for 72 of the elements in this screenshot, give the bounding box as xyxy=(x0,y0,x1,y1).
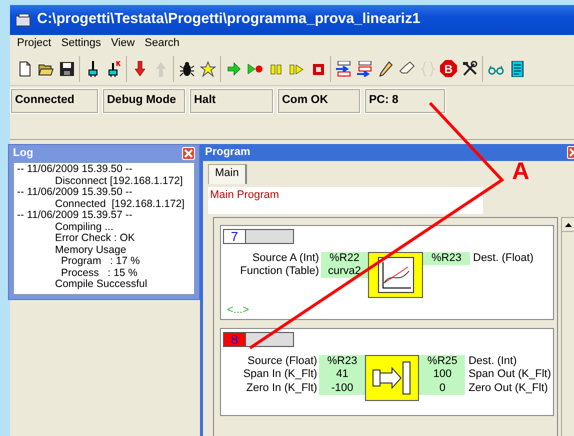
folder-icon xyxy=(16,14,31,26)
bug-icon[interactable] xyxy=(178,60,194,76)
log-line: Connected [192.168.1.172] xyxy=(54,198,186,210)
curve-chart-icon xyxy=(378,257,414,293)
log-line: -- 11/06/2009 15.39.50 -- xyxy=(17,164,134,176)
output-label: Span Out (K_Flt) xyxy=(468,368,552,382)
annotation-label: A xyxy=(512,160,530,184)
tools-icon[interactable] xyxy=(462,60,478,76)
output-value: %R23 xyxy=(430,252,462,266)
log-line: Program : 17 % xyxy=(61,256,141,268)
output-value: %R25 xyxy=(426,355,458,368)
block-label-field xyxy=(246,229,294,244)
log-line: Memory Usage xyxy=(54,244,128,256)
insert-below-icon[interactable] xyxy=(356,60,372,76)
input-value: -100 xyxy=(330,382,354,395)
log-line: -- 11/06/2009 15.39.57 -- xyxy=(17,210,132,222)
scrollbar[interactable] xyxy=(561,217,574,436)
input-label: Source A (Int) xyxy=(251,252,319,266)
output-value: 0 xyxy=(438,382,446,395)
log-line: Error Check : OK xyxy=(54,233,136,244)
menu-item[interactable]: View xyxy=(106,36,140,50)
input-value: 41 xyxy=(335,368,350,382)
output-label: Dest. (Float) xyxy=(473,252,534,266)
menu-item[interactable]: Project xyxy=(12,36,56,50)
block-footer: <...> xyxy=(223,298,551,320)
input-label: Span In (K_Flt) xyxy=(242,368,318,382)
block-number: 8 xyxy=(223,332,246,348)
play-arrow-icon[interactable] xyxy=(226,60,242,76)
status-pane: Debug Mode xyxy=(102,88,186,114)
output-label: Zero Out (K_Flt) xyxy=(468,382,549,395)
program-block[interactable]: 7 Source A (Int) Function (Table) %R22 curva2 %R23 Dest. (Float) <...> xyxy=(220,225,554,320)
status-pane: PC: 8 xyxy=(364,88,446,114)
eraser-icon[interactable] xyxy=(398,60,414,76)
breakpoint-button[interactable]: B xyxy=(440,58,457,78)
insert-above-icon[interactable] xyxy=(336,60,352,76)
tab[interactable]: Main xyxy=(208,164,247,184)
input-value: %R22 xyxy=(328,252,360,266)
status-pane: Connected xyxy=(10,88,99,114)
input-label: Function (Table) xyxy=(239,265,319,278)
plug-icon[interactable] xyxy=(106,60,122,76)
save-icon[interactable] xyxy=(58,60,74,76)
star-icon[interactable] xyxy=(200,60,216,76)
log-line: Disconnect [192.168.1.172] xyxy=(54,176,184,187)
close-icon xyxy=(184,149,193,158)
block-number: 7 xyxy=(223,229,246,244)
input-value: curva2 xyxy=(326,265,362,278)
output-label: Dest. (Int) xyxy=(468,355,518,368)
input-label: Source (Float) xyxy=(246,355,318,368)
arrow-down-icon[interactable] xyxy=(132,60,148,76)
input-label: Zero In (K_Flt) xyxy=(245,382,318,395)
menu-item[interactable]: Settings xyxy=(56,36,106,50)
window-title: C:\progetti\Testata\Progetti\programma_prova_lineariz1 xyxy=(37,11,420,29)
program-title: Program xyxy=(205,146,250,160)
scroll-up-icon[interactable] xyxy=(565,222,572,226)
log-line: Compile Successful xyxy=(54,279,148,290)
arrow-to-bar-icon xyxy=(372,360,412,396)
program-block[interactable]: 8 Source (Float) Span In (K_Flt) Zero In (K_Flt) %R23 41 -100 %R25 100 0 Dest. (Int) Span Out (K_Flt) Zero Out (K_Flt) xyxy=(220,328,554,416)
log-line: -- 11/06/2009 15.39.50 -- xyxy=(17,187,132,198)
play-breakpoint-icon[interactable] xyxy=(246,60,262,76)
status-pane: Com OK xyxy=(277,88,361,114)
program-header: Main Program xyxy=(208,187,483,214)
page-icon[interactable] xyxy=(16,60,32,76)
status-pane: Halt xyxy=(189,88,274,114)
log-title: Log xyxy=(13,146,34,160)
close-button[interactable] xyxy=(182,147,195,160)
menu-item[interactable]: Search xyxy=(140,36,185,50)
input-value: %R23 xyxy=(326,355,358,368)
document-icon[interactable] xyxy=(508,60,524,76)
output-value: 100 xyxy=(432,368,453,382)
log-line: Process : 15 % xyxy=(60,268,138,279)
log-line: Compiling ... xyxy=(54,222,114,232)
pencil-icon[interactable] xyxy=(378,60,394,76)
